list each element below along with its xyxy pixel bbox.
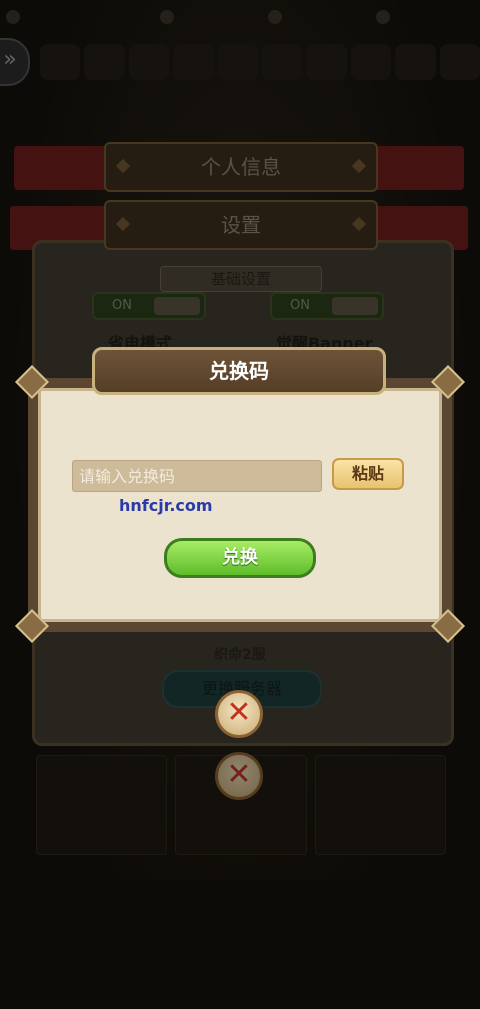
close-button[interactable]: ✕ <box>215 690 263 738</box>
close-icon: ✕ <box>226 757 252 792</box>
watermark-text: hnfcjr.com <box>119 496 213 515</box>
background-close-button: ✕ <box>215 752 263 800</box>
close-icon: ✕ <box>226 695 252 730</box>
redeem-code-input[interactable] <box>72 460 322 492</box>
redeem-dialog <box>38 388 442 622</box>
dialog-title-plate: 兑换码 <box>92 347 386 395</box>
dialog-title: 兑换码 <box>209 359 269 383</box>
paste-button[interactable]: 粘贴 <box>332 458 404 490</box>
redeem-button[interactable]: 兑换 <box>164 538 316 578</box>
